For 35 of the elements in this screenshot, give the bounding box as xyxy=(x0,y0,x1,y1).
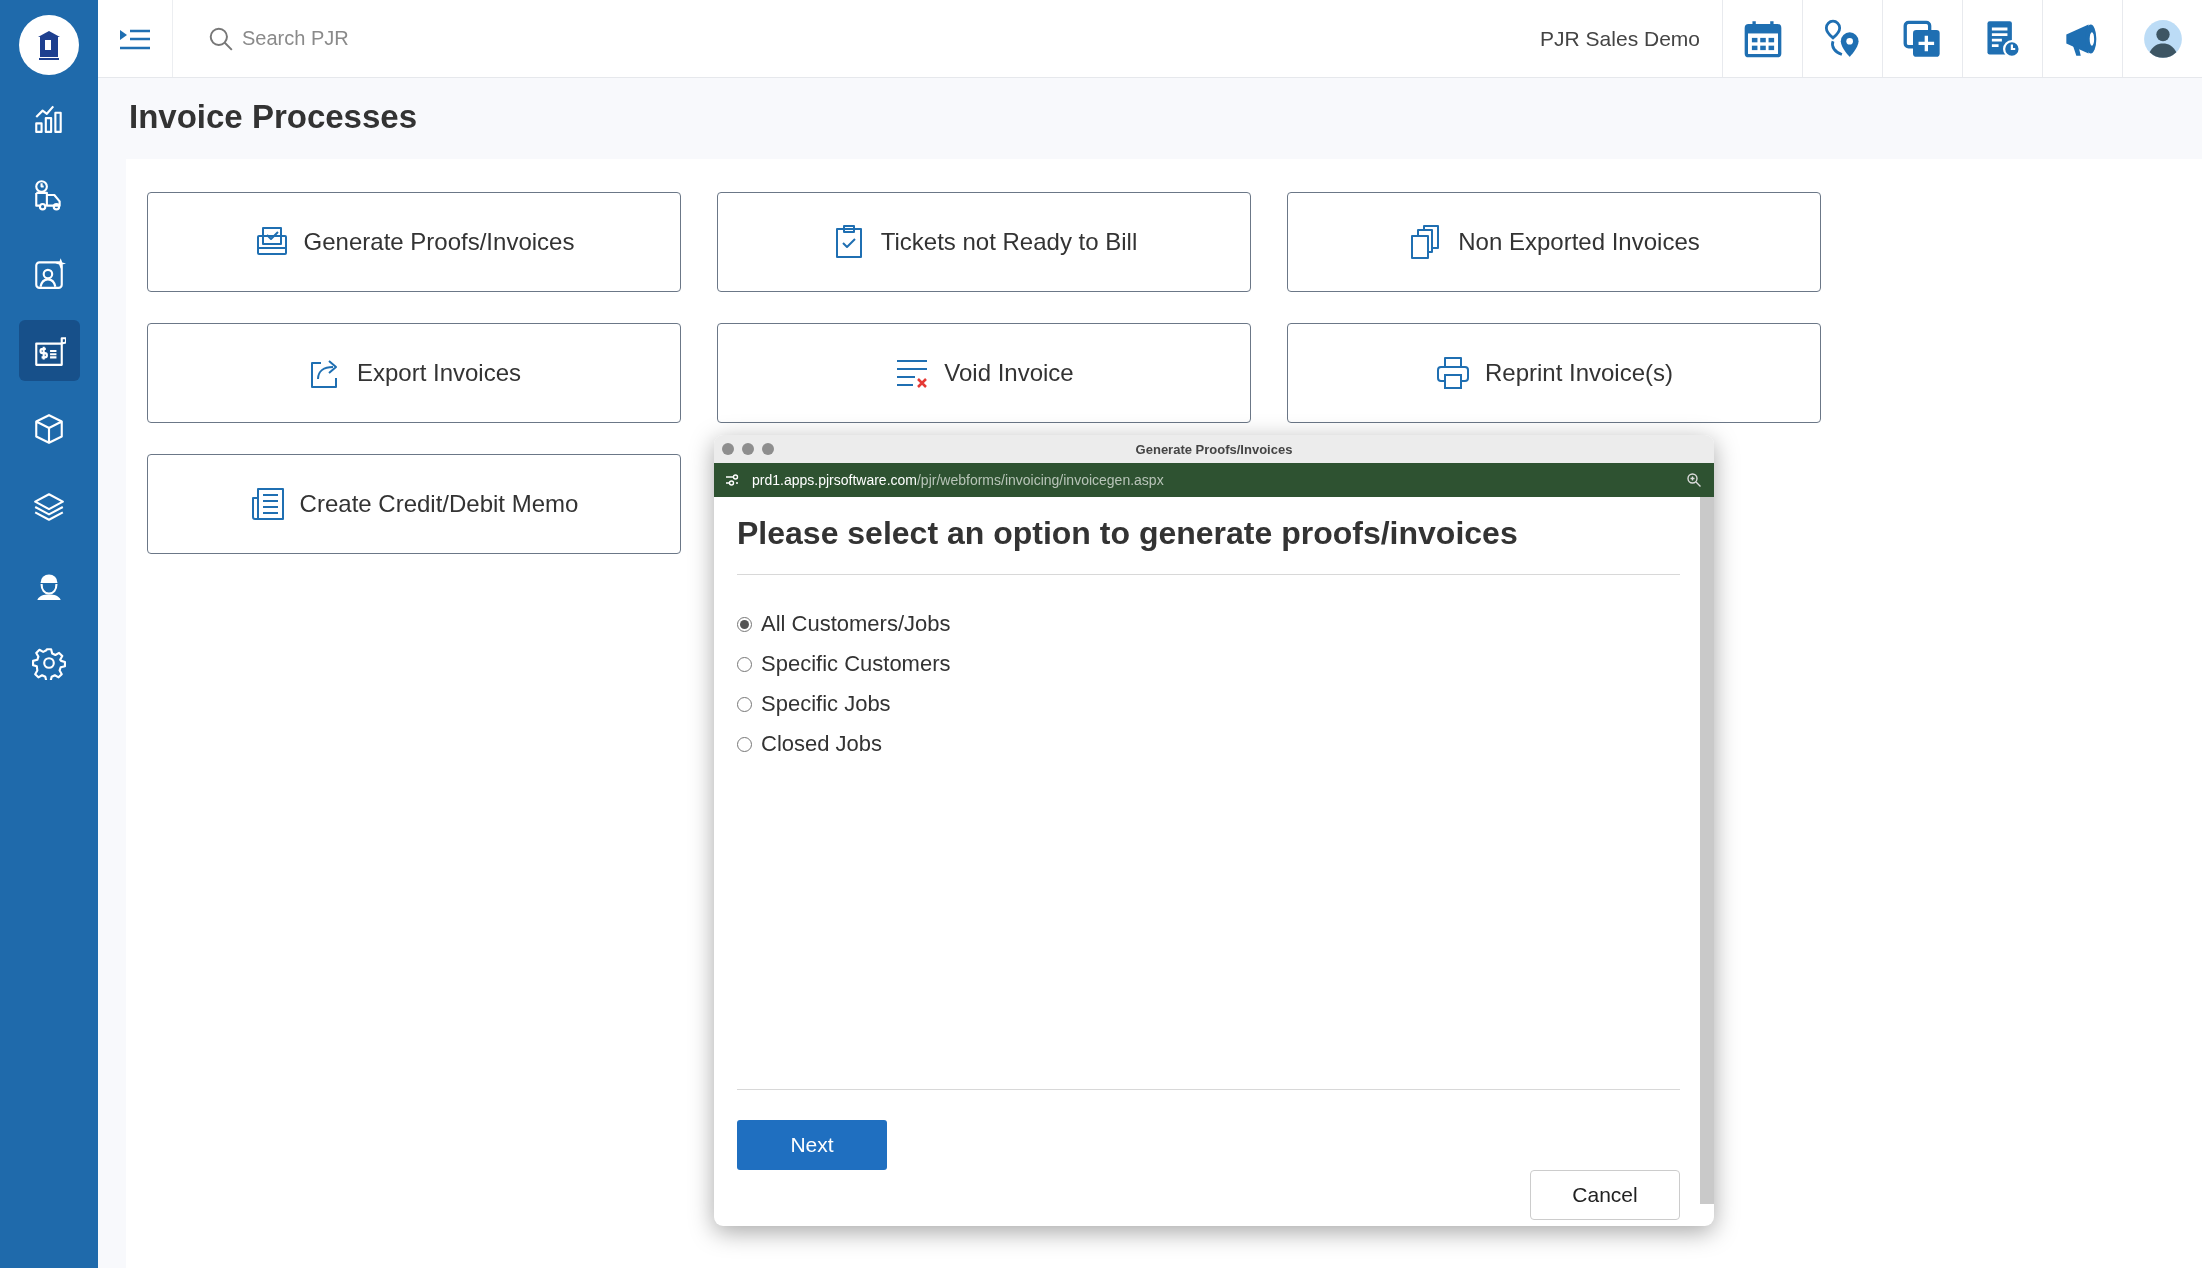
zoom-icon[interactable] xyxy=(1686,472,1702,488)
window-control-button[interactable] xyxy=(762,443,774,455)
avatar-icon[interactable] xyxy=(2142,18,2183,59)
cube-icon xyxy=(32,411,66,446)
window-control-button[interactable] xyxy=(742,443,754,455)
page-url[interactable]: prd1.apps.pjrsoftware.com/pjr/webforms/invoicing/invoicegen.aspx xyxy=(752,472,1674,488)
option-label[interactable]: Specific Customers xyxy=(761,651,951,677)
process-card-button[interactable]: Generate Proofs/Invoices xyxy=(147,192,681,292)
process-card-button[interactable]: Tickets not Ready to Bill xyxy=(717,192,1251,292)
process-card-button[interactable]: Reprint Invoice(s) xyxy=(1287,323,1821,423)
search-icon xyxy=(208,25,234,52)
logo-icon[interactable] xyxy=(19,15,79,75)
window-control-button[interactable] xyxy=(722,443,734,455)
option-label[interactable]: Closed Jobs xyxy=(761,731,883,757)
process-card-button[interactable]: Void Invoice xyxy=(717,323,1251,423)
option-label[interactable]: Specific Jobs xyxy=(761,691,891,717)
calendar-icon[interactable] xyxy=(1742,18,1783,59)
printer-icon xyxy=(1434,355,1471,391)
document-lines-icon xyxy=(249,486,286,522)
sidebar-item[interactable] xyxy=(18,320,80,381)
site-settings-icon[interactable] xyxy=(724,472,740,488)
settings-icon xyxy=(32,645,66,680)
option-label[interactable]: All Customers/Jobs xyxy=(761,611,951,637)
process-card-button[interactable]: Create Credit/Debit Memo xyxy=(147,454,681,554)
company-name: PJR Sales Demo xyxy=(1540,26,1700,51)
process-card-button[interactable]: Non Exported Invoices xyxy=(1287,192,1821,292)
scrollbar[interactable] xyxy=(1700,497,1714,1204)
add-copy-icon[interactable] xyxy=(1902,18,1943,59)
cancel-button[interactable]: Cancel xyxy=(1530,1170,1680,1220)
page-title: Invoice Processes xyxy=(128,97,418,137)
search-field[interactable]: Search PJR xyxy=(240,26,544,51)
process-card-button[interactable]: Export Invoices xyxy=(147,323,681,423)
dialog-heading: Please select an option to generate proofs/invoices xyxy=(737,515,1519,552)
next-button[interactable]: Next xyxy=(737,1120,887,1170)
window-title: Generate Proofs/Invoices xyxy=(1135,441,1293,457)
